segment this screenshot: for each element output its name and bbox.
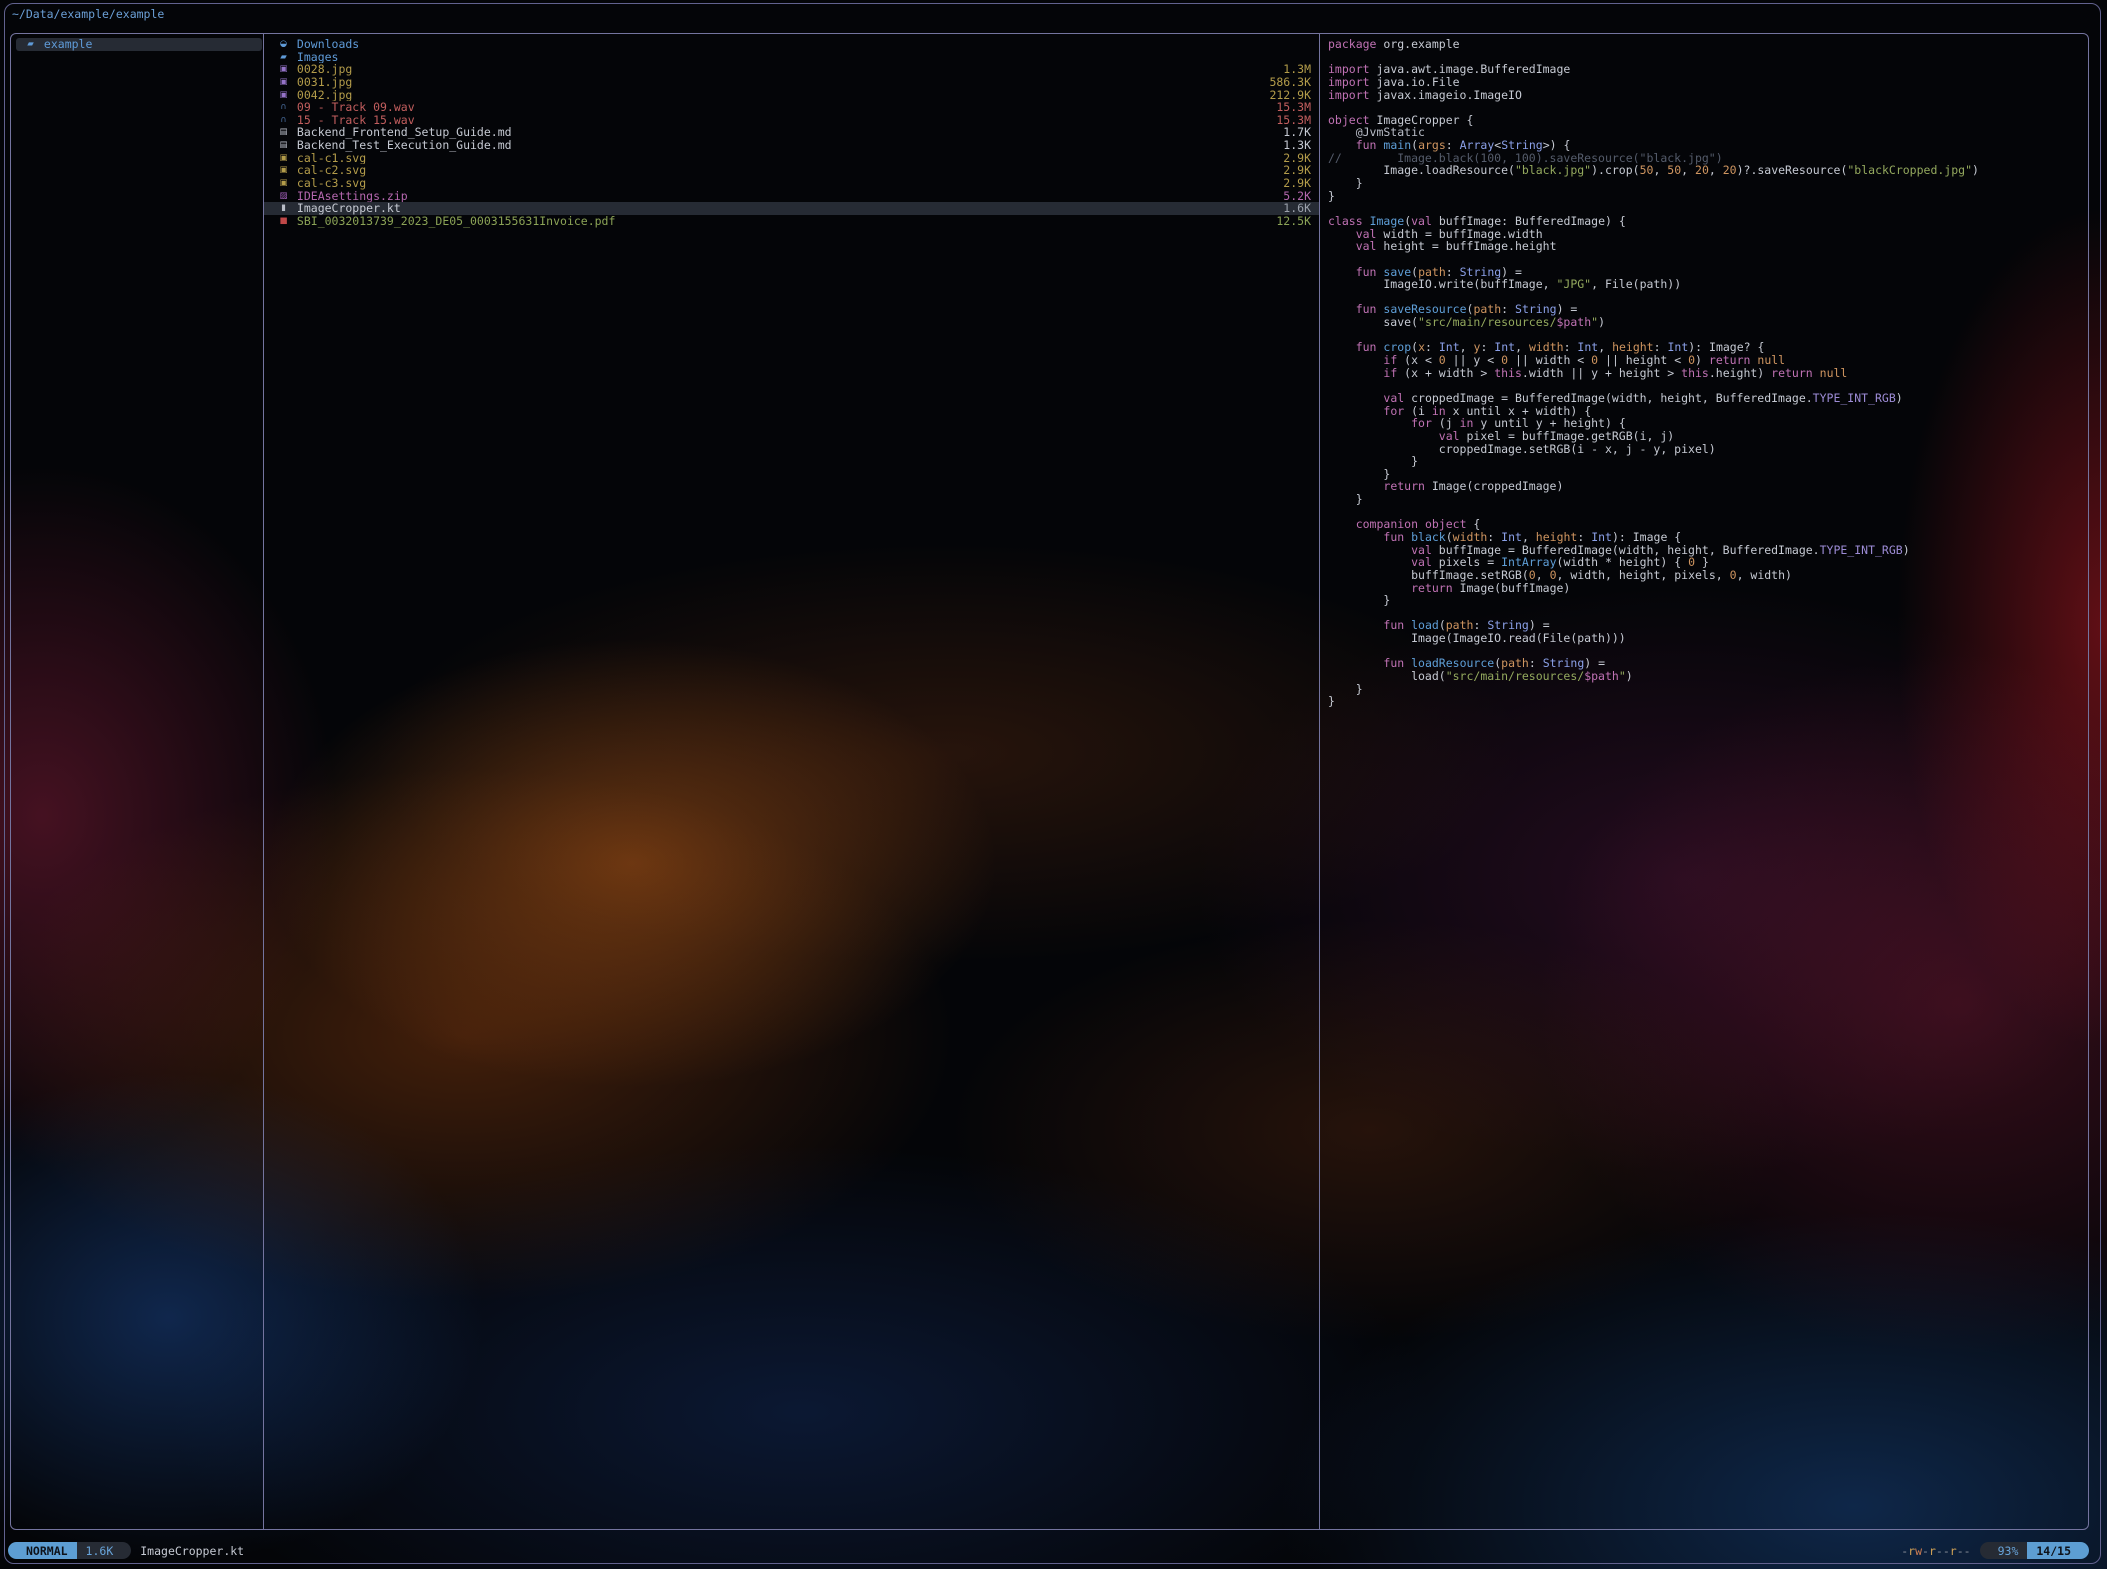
scroll-percent-badge: 93% bbox=[1989, 1542, 2028, 1559]
markdown-icon: ▤ bbox=[277, 126, 290, 139]
image-icon: ▣ bbox=[277, 164, 290, 177]
code-line: package org.example bbox=[1328, 38, 2082, 51]
code-line: return Image(buffImage) bbox=[1328, 582, 2082, 595]
file-row[interactable]: ■ SBI_0032013739_2023_DE05_0003155631Inv… bbox=[264, 215, 1319, 228]
file-name: Images bbox=[290, 51, 1311, 64]
file-row[interactable]: ▤ Backend_Frontend_Setup_Guide.md1.7K bbox=[264, 126, 1319, 139]
current-filename: ImageCropper.kt bbox=[140, 1544, 244, 1558]
file-icon: ▮ bbox=[277, 202, 290, 215]
pane-divider-right bbox=[1319, 34, 1320, 1529]
mode-badge: NORMAL bbox=[17, 1542, 77, 1559]
file-permissions: -rw-r--r-- bbox=[1901, 1544, 1970, 1558]
panes-container: ▰ example ◒ Downloads▰ Images▣ 0028.jpg1… bbox=[10, 33, 2089, 1530]
file-name: 0031.jpg bbox=[290, 76, 1269, 89]
file-row[interactable]: ▣ 0028.jpg1.3M bbox=[264, 63, 1319, 76]
file-name: cal-c1.svg bbox=[290, 152, 1283, 165]
pill-right-cap bbox=[122, 1542, 131, 1559]
file-name: 09 - Track 09.wav bbox=[290, 101, 1276, 114]
code-line: } bbox=[1328, 455, 2082, 468]
file-name: Backend_Test_Execution_Guide.md bbox=[290, 139, 1283, 152]
file-size: 15.3M bbox=[1276, 101, 1311, 114]
file-name: IDEAsettings.zip bbox=[290, 190, 1283, 203]
file-name: 0028.jpg bbox=[290, 63, 1283, 76]
file-row[interactable]: ▣ 0042.jpg212.9K bbox=[264, 89, 1319, 102]
file-row[interactable]: ∩ 15 - Track 15.wav15.3M bbox=[264, 114, 1319, 127]
code-line: Image(ImageIO.read(File(path))) bbox=[1328, 632, 2082, 645]
code-line: ImageIO.write(buffImage, "JPG", File(pat… bbox=[1328, 278, 2082, 291]
pill-right-cap bbox=[2080, 1542, 2089, 1559]
cursor-position-badge: 14/15 bbox=[2027, 1542, 2080, 1559]
image-icon: ▣ bbox=[277, 177, 290, 190]
download-icon: ◒ bbox=[277, 38, 290, 51]
file-row[interactable]: ▰ Images bbox=[264, 51, 1319, 64]
mode-pill: NORMAL 1.6K bbox=[8, 1542, 131, 1559]
code-line: } bbox=[1328, 594, 2082, 607]
file-row[interactable]: ▣ cal-c2.svg2.9K bbox=[264, 164, 1319, 177]
image-icon: ▣ bbox=[277, 152, 290, 165]
pdf-icon: ■ bbox=[277, 215, 290, 228]
status-bar: NORMAL 1.6K ImageCropper.kt -rw-r--r-- 9… bbox=[8, 1542, 2089, 1559]
file-row[interactable]: ◒ Downloads bbox=[264, 38, 1319, 51]
code-line: save("src/main/resources/$path") bbox=[1328, 316, 2082, 329]
code-line: val height = buffImage.height bbox=[1328, 240, 2082, 253]
code-line: } bbox=[1328, 695, 2082, 708]
code-line: croppedImage.setRGB(i - x, j - y, pixel) bbox=[1328, 443, 2082, 456]
pill-left-cap bbox=[8, 1542, 17, 1559]
file-row[interactable]: ▣ cal-c3.svg2.9K bbox=[264, 177, 1319, 190]
file-name: Backend_Frontend_Setup_Guide.md bbox=[290, 126, 1283, 139]
parent-directory-pane: ▰ example bbox=[16, 38, 262, 51]
file-name: cal-c3.svg bbox=[290, 177, 1283, 190]
file-row[interactable]: ▣ cal-c1.svg2.9K bbox=[264, 152, 1319, 165]
file-name: Downloads bbox=[290, 38, 1311, 51]
code-line: import javax.imageio.ImageIO bbox=[1328, 89, 2082, 102]
archive-icon: ▨ bbox=[277, 190, 290, 203]
file-name: ImageCropper.kt bbox=[290, 202, 1283, 215]
file-size: 586.3K bbox=[1269, 76, 1311, 89]
file-preview-pane: package org.example import java.awt.imag… bbox=[1328, 38, 2082, 708]
file-name: SBI_0032013739_2023_DE05_0003155631Invoi… bbox=[290, 215, 1276, 228]
code-line: load("src/main/resources/$path") bbox=[1328, 670, 2082, 683]
image-icon: ▣ bbox=[277, 63, 290, 76]
file-row[interactable]: ▣ 0031.jpg586.3K bbox=[264, 76, 1319, 89]
audio-icon: ∩ bbox=[277, 114, 290, 127]
folder-icon: ▰ bbox=[277, 51, 290, 64]
code-line: if (x + width > this.width || y + height… bbox=[1328, 367, 2082, 380]
file-name: example bbox=[37, 38, 262, 51]
markdown-icon: ▤ bbox=[277, 139, 290, 152]
code-line: Image.loadResource("black.jpg").crop(50,… bbox=[1328, 164, 2082, 177]
position-pill: 93% 14/15 bbox=[1980, 1542, 2089, 1559]
file-size: 2.9K bbox=[1283, 177, 1311, 190]
file-size-badge: 1.6K bbox=[77, 1542, 123, 1559]
code-line: return Image(croppedImage) bbox=[1328, 480, 2082, 493]
image-icon: ▣ bbox=[277, 76, 290, 89]
folder-icon: ▰ bbox=[24, 38, 37, 51]
audio-icon: ∩ bbox=[277, 101, 290, 114]
code-line: } bbox=[1328, 177, 2082, 190]
pill-left-cap bbox=[1980, 1542, 1989, 1559]
file-row[interactable]: ▤ Backend_Test_Execution_Guide.md1.3K bbox=[264, 139, 1319, 152]
file-row[interactable]: ∩ 09 - Track 09.wav15.3M bbox=[264, 101, 1319, 114]
file-row[interactable]: ▰ example bbox=[16, 38, 262, 51]
file-row[interactable]: ▨ IDEAsettings.zip5.2K bbox=[264, 190, 1319, 203]
file-name: cal-c2.svg bbox=[290, 164, 1283, 177]
image-icon: ▣ bbox=[277, 89, 290, 102]
breadcrumb-path: ~/Data/example/example bbox=[12, 7, 164, 21]
code-line: object ImageCropper { bbox=[1328, 114, 2082, 127]
pane-divider-left bbox=[263, 34, 264, 1529]
file-row[interactable]: ▮ ImageCropper.kt1.6K bbox=[264, 202, 1319, 215]
file-size: 12.5K bbox=[1276, 215, 1311, 228]
file-size: 1.3K bbox=[1283, 139, 1311, 152]
code-line: } bbox=[1328, 190, 2082, 203]
code-line: } bbox=[1328, 493, 2082, 506]
file-name: 0042.jpg bbox=[290, 89, 1269, 102]
file-name: 15 - Track 15.wav bbox=[290, 114, 1276, 127]
file-list-pane: ◒ Downloads▰ Images▣ 0028.jpg1.3M▣ 0031.… bbox=[264, 38, 1319, 228]
code-line: } bbox=[1328, 683, 2082, 696]
